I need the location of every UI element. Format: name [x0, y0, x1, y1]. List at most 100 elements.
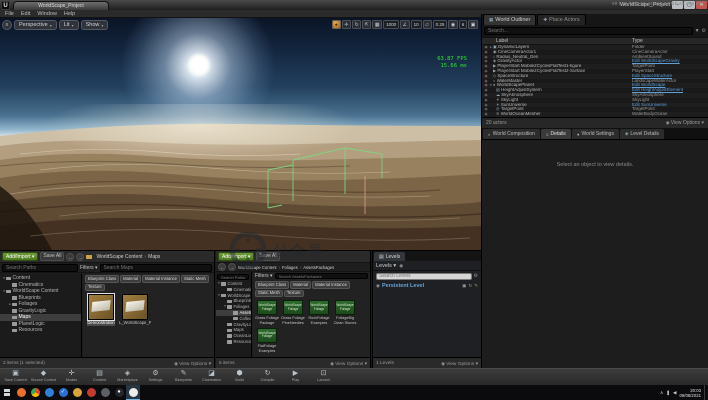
toolbar-button[interactable]: ◆ Source Control [30, 370, 57, 382]
rotation-snap-value[interactable]: 10 [411, 20, 422, 29]
details-tab[interactable]: ◐ World Composition [483, 129, 540, 139]
filter-chip[interactable]: Material Instance [142, 275, 180, 283]
breadcrumb-item[interactable]: WorldScape Content [238, 265, 277, 270]
breadcrumb-item[interactable]: WorldScape Content [96, 254, 142, 260]
foliage-blueprint-asset[interactable]: WorldScape Foliage Grass Foliage PineNee… [281, 300, 305, 326]
grid-snap-value[interactable]: 1000 [383, 20, 399, 29]
search-paths-input[interactable] [2, 264, 78, 272]
taskbar-app-icon[interactable] [42, 385, 56, 400]
scale-snap-icon[interactable]: ▱ [423, 20, 432, 29]
outliner-view-options[interactable]: ◉View Options ▾ [666, 120, 704, 126]
tab-levels[interactable]: ▤Levels [374, 252, 405, 261]
lock-icon[interactable]: ↻ [468, 283, 472, 289]
search-assets-input[interactable] [100, 264, 212, 272]
filter-chip[interactable]: Static Mesh [255, 290, 283, 298]
rotation-snap-icon[interactable]: ∠ [400, 20, 409, 29]
camera-speed-icon[interactable]: ◉ [448, 20, 457, 29]
menu-item[interactable]: File [5, 11, 14, 17]
toolbar-button[interactable]: ✎ Blueprints [170, 370, 197, 382]
save-level-icon[interactable]: ▣ [462, 283, 466, 289]
breadcrumb-item[interactable]: Foliages [277, 265, 298, 270]
taskbar-app-icon[interactable] [70, 385, 84, 400]
rotate-tool-icon[interactable]: ↻ [352, 20, 361, 29]
toolbar-button[interactable]: ▣ Save Current [2, 370, 29, 382]
tray-mic-icon[interactable]: ❚ [666, 390, 670, 396]
camera-speed-value[interactable]: 6 [459, 20, 468, 29]
menu-item[interactable]: Edit [21, 11, 30, 17]
tab-world-outliner[interactable]: ▦World Outliner [483, 14, 536, 25]
level-name[interactable]: Persistent Level [382, 283, 460, 289]
eye-icon[interactable]: ◉ [399, 263, 403, 269]
visibility-eye-icon[interactable]: ◉ [376, 283, 380, 289]
move-tool-icon[interactable]: ✛ [342, 20, 351, 29]
map-asset[interactable]: Demonstration [85, 294, 117, 326]
settings-icon[interactable]: ⚙ [474, 273, 478, 279]
forward-arrow-icon[interactable]: → [228, 263, 236, 271]
tray-chevron-icon[interactable]: ∧ [660, 390, 663, 396]
show-menu-button[interactable]: Show▾ [81, 20, 109, 30]
save-all-button[interactable]: Save All [256, 252, 280, 261]
back-arrow-icon[interactable]: ← [66, 253, 74, 261]
scale-tool-icon[interactable]: ⇱ [362, 20, 371, 29]
camera-mode-button[interactable]: Perspective▾ [14, 20, 57, 30]
menu-item[interactable]: Help [64, 11, 75, 17]
taskbar-app-icon[interactable] [98, 385, 112, 400]
show-desktop-button[interactable] [704, 385, 706, 400]
save-all-button[interactable]: Save All [40, 252, 64, 261]
scale-snap-value[interactable]: 0.25 [433, 20, 448, 29]
filter-chip[interactable]: Static Mesh [181, 275, 209, 283]
grid-snap-icon[interactable]: ▦ [372, 20, 382, 29]
view-mode-button[interactable]: Lit▾ [59, 20, 79, 30]
column-type[interactable]: Type [632, 38, 643, 45]
foliage-blueprint-asset[interactable]: WorldScape Foliage RockFoliage Examples [307, 300, 331, 326]
foliage-blueprint-asset[interactable]: WorldScape Foliage Grass Foliage Package [255, 300, 279, 326]
add-import-button[interactable]: Add/Import ▾ [218, 252, 254, 261]
search-paths-input[interactable] [217, 274, 249, 280]
filter-chip[interactable]: Material Instance [312, 281, 350, 289]
filter-chip[interactable]: Material [120, 275, 141, 283]
transform-space-icon[interactable]: ● [332, 20, 341, 29]
tree-folder-item[interactable]: Resources [216, 339, 251, 345]
view-options[interactable]: ◉View Options ▾ [174, 361, 211, 367]
details-tab[interactable]: ≡ Details [541, 129, 571, 139]
taskbar-clock[interactable]: 20:03 09/08/2021 [679, 388, 701, 398]
taskbar-app-icon[interactable] [126, 385, 140, 400]
tree-folder-item[interactable]: Resources [0, 327, 81, 334]
details-tab[interactable]: ● World Settings [572, 129, 619, 139]
outliner-search-input[interactable] [484, 27, 693, 35]
filters-button[interactable]: Filters ▾ [255, 273, 273, 279]
toolbar-button[interactable]: ▤ Content [86, 370, 113, 382]
view-options[interactable]: ◉View Options ▾ [441, 361, 478, 367]
forward-arrow-icon[interactable]: → [76, 253, 84, 261]
taskbar-app-icon[interactable]: ✓ [56, 385, 70, 400]
filter-chip[interactable]: Texture [284, 290, 304, 298]
filter-chip[interactable]: Texture [85, 284, 105, 292]
breadcrumb-item[interactable]: AssetsPackages [298, 265, 334, 270]
search-assets-input[interactable] [275, 273, 368, 279]
project-tab[interactable]: WorldScape_Project [13, 1, 109, 10]
toolbar-button[interactable]: ↻ Compile [254, 370, 281, 382]
filter-chip[interactable]: Blueprint Class [255, 281, 289, 289]
toolbar-button[interactable]: ⬢ Build [226, 370, 253, 382]
view-options[interactable]: ◉View Options ▾ [330, 361, 367, 367]
tab-place-actors[interactable]: ✚Place Actors [537, 14, 585, 25]
filters-button[interactable]: Filters ▾ [80, 265, 98, 271]
filter-chip[interactable]: Material [290, 281, 311, 289]
toolbar-button[interactable]: ◈ Marketplace [114, 370, 141, 382]
taskbar-app-icon[interactable]: ● [112, 385, 126, 400]
level-row[interactable]: ◉ Persistent Level ▣ ↻ ✎ [373, 281, 481, 290]
toolbar-button[interactable]: ✛ Modes [58, 370, 85, 382]
map-asset[interactable]: L_WorldScape_Pla... [119, 294, 151, 326]
toolbar-button[interactable]: ⚙ Settings [142, 370, 169, 382]
toolbar-button[interactable]: ⊡ Launch [310, 370, 337, 382]
settings-icon[interactable]: ⚙ [702, 28, 706, 34]
foliage-blueprint-asset[interactable]: WorldScape Foliage FlatFoliage Examples [255, 328, 279, 354]
start-button[interactable] [0, 385, 14, 400]
taskbar-app-icon[interactable] [14, 385, 28, 400]
back-arrow-icon[interactable]: ← [218, 263, 226, 271]
edit-pencil-icon[interactable]: ✎ [474, 283, 478, 289]
viewport-options-button[interactable]: ≡ [2, 20, 12, 30]
filter-chip[interactable]: Blueprint Class [85, 275, 119, 283]
outliner-column-header[interactable]: Label Type [482, 37, 708, 45]
maximize-viewport-icon[interactable]: ▣ [468, 20, 478, 29]
